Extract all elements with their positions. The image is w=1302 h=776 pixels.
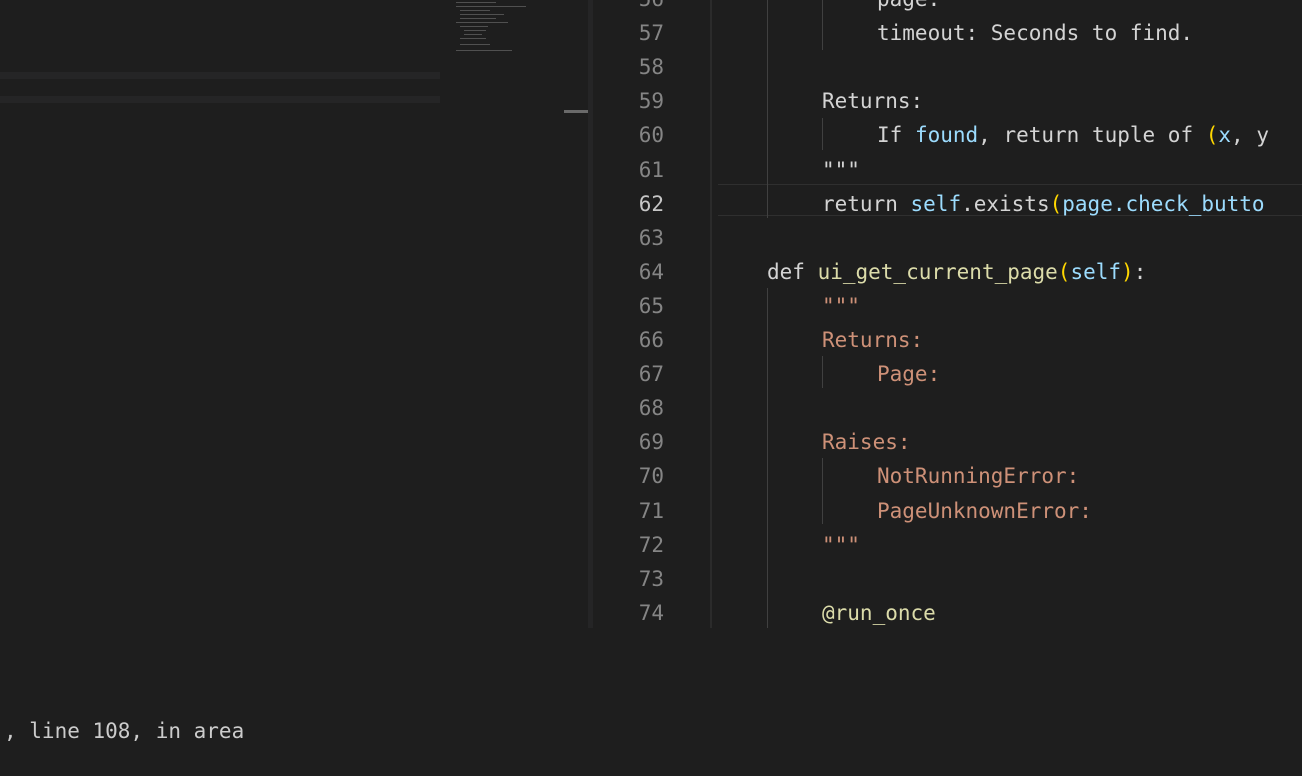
line-number: 61 — [638, 157, 664, 182]
code-line[interactable]: 58 — [593, 50, 1302, 84]
code-token: self — [910, 191, 962, 216]
code-token: ( — [1049, 191, 1063, 216]
code-token: : — [1133, 259, 1147, 284]
code-token: Returns: — [822, 328, 924, 352]
line-number: 63 — [638, 225, 664, 250]
code-token: .exists — [961, 191, 1050, 216]
line-code: return self.exists(page.check_butto — [767, 187, 1265, 221]
code-line[interactable]: 56 page: — [593, 0, 1302, 16]
line-highlight — [0, 72, 440, 79]
line-number: 70 — [638, 464, 664, 489]
code-token: @run_once — [822, 600, 936, 625]
code-line[interactable]: 61 """ — [593, 153, 1302, 187]
code-line[interactable]: 66 Returns: — [593, 323, 1302, 357]
code-line[interactable]: 72 """ — [593, 528, 1302, 562]
line-code: NotRunningError: — [767, 459, 1079, 493]
code-token: , y — [1231, 123, 1269, 148]
scrollbar-thumb[interactable] — [564, 110, 588, 113]
line-code: page: — [767, 0, 940, 16]
line-number: 64 — [638, 259, 664, 284]
line-number: 69 — [638, 430, 664, 455]
code-token: ( — [1057, 259, 1071, 284]
code-token: ( — [1205, 123, 1219, 148]
code-token: timeout: Seconds to find. — [877, 21, 1194, 46]
code-line[interactable]: 63 — [593, 221, 1302, 255]
code-line[interactable]: 70 NotRunningError: — [593, 459, 1302, 493]
code-line[interactable]: 59 Returns: — [593, 84, 1302, 118]
code-line[interactable]: 60 If found, return tuple of (x, y — [593, 118, 1302, 152]
line-number: 58 — [638, 55, 664, 80]
code-token: NotRunningError: — [877, 464, 1080, 489]
code-token: def — [767, 259, 818, 284]
code-token: self — [1070, 259, 1122, 284]
line-number: 73 — [638, 566, 664, 591]
code-token: Page: — [877, 362, 941, 387]
line-code: def ui_get_current_page(self): — [767, 255, 1146, 289]
code-line[interactable]: 68 — [593, 391, 1302, 425]
line-code: @run_once — [767, 596, 936, 628]
code-line[interactable]: 69 Raises: — [593, 425, 1302, 459]
code-line[interactable]: 73 — [593, 562, 1302, 596]
line-number: 60 — [638, 123, 664, 148]
code-line[interactable]: 65 """ — [593, 289, 1302, 323]
line-code: PageUnknownError: — [767, 494, 1092, 528]
line-number: 74 — [638, 600, 664, 625]
code-token: page: — [877, 0, 940, 11]
code-line[interactable]: 62 return self.exists(page.check_butto — [593, 187, 1302, 221]
code-token: x — [1218, 123, 1232, 148]
terminal-panel[interactable]: , line 108, in area — [0, 628, 1302, 776]
line-code: """ — [767, 289, 860, 323]
line-code: Page: — [767, 357, 940, 391]
code-token: .check_butto — [1112, 191, 1265, 216]
code-token: Returns: — [822, 89, 924, 114]
line-number: 66 — [638, 328, 664, 352]
line-highlight — [0, 96, 440, 103]
line-code: """ — [767, 153, 860, 187]
line-code: Raises: — [767, 425, 911, 459]
line-code: If found, return tuple of (x, y — [767, 118, 1269, 152]
code-token: """ — [822, 293, 860, 318]
code-token: Raises: — [822, 430, 911, 455]
code-token: page — [1062, 191, 1113, 216]
line-number: 67 — [638, 362, 664, 387]
code-line[interactable]: 57 timeout: Seconds to find. — [593, 16, 1302, 50]
line-number: 68 — [638, 396, 664, 421]
code-token: ui_get_current_page — [817, 259, 1058, 284]
ide-window: 56 page: 57 timeout: Seconds to find. 58 59 Re… — [0, 0, 1302, 776]
code-token: , return tuple of — [978, 123, 1206, 148]
line-number: 57 — [638, 21, 664, 46]
code-token: PageUnknownError: — [877, 498, 1092, 523]
line-code: Returns: — [767, 323, 923, 357]
line-code: Returns: — [767, 84, 923, 118]
line-number: 71 — [638, 498, 664, 523]
code-editor[interactable]: 56 page: 57 timeout: Seconds to find. 58 59 Re… — [593, 0, 1302, 628]
code-line[interactable]: 67 Page: — [593, 357, 1302, 391]
code-token: """ — [822, 532, 860, 557]
line-number: 65 — [638, 293, 664, 318]
code-line[interactable]: 74 @run_once — [593, 596, 1302, 628]
code-token: found — [914, 123, 979, 148]
code-token: If — [877, 123, 915, 148]
line-code: timeout: Seconds to find. — [767, 16, 1193, 50]
code-token: ) — [1121, 259, 1134, 284]
code-token: return — [822, 191, 911, 216]
minimap[interactable] — [452, 0, 542, 60]
left-editor-pane[interactable] — [0, 0, 588, 628]
line-number: 56 — [593, 0, 664, 16]
line-number: 59 — [638, 89, 664, 114]
line-code: """ — [767, 528, 860, 562]
line-number: 62 — [638, 191, 664, 216]
code-line[interactable]: 71 PageUnknownError: — [593, 494, 1302, 528]
terminal-output-line: , line 108, in area — [4, 719, 245, 743]
line-number: 72 — [638, 532, 664, 557]
code-token: """ — [822, 157, 860, 182]
code-line[interactable]: 64 def ui_get_current_page(self): — [593, 255, 1302, 289]
